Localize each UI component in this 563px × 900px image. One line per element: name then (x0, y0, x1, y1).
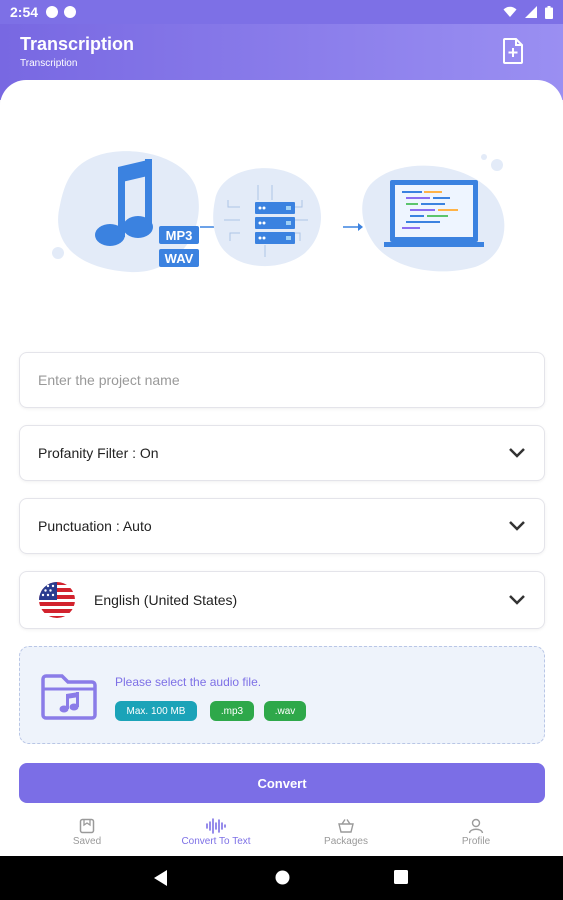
nav-item-convert-to-text[interactable]: Convert To Text (161, 818, 271, 847)
wav-badge: WAV (165, 251, 194, 266)
punctuation-label: Punctuation : Auto (38, 518, 152, 534)
upload-prompt: Please select the audio file. (115, 675, 262, 689)
wav-format-chip: .wav (264, 701, 306, 721)
nav-label-packages: Packages (324, 836, 368, 847)
nav-item-saved[interactable]: Saved (32, 818, 142, 847)
mp3-badge: MP3 (166, 228, 193, 243)
signal-icon (525, 6, 537, 18)
nav-item-profile[interactable]: Profile (421, 818, 531, 847)
notification-icon (46, 6, 59, 18)
music-folder-icon (41, 674, 97, 720)
chevron-down-icon (509, 595, 525, 605)
profanity-filter-label: Profanity Filter : On (38, 445, 159, 461)
page-title: Transcription (20, 34, 135, 54)
back-icon[interactable] (154, 870, 168, 886)
system-nav-bar (0, 856, 563, 900)
page-subtitle: Transcription (20, 58, 78, 69)
bottom-nav: Saved Convert To Text Packages Profile (0, 812, 563, 856)
audio-upload-area[interactable]: Please select the audio file. Max. 100 M… (19, 646, 545, 744)
status-bar: 2:54 (0, 0, 563, 24)
language-label: English (United States) (94, 592, 238, 608)
chevron-down-icon (509, 448, 525, 458)
conversion-illustration: MP3 WAV (52, 151, 505, 273)
recents-icon[interactable] (394, 870, 408, 884)
convert-button[interactable]: Convert (19, 763, 545, 803)
add-file-icon[interactable] (501, 38, 525, 64)
us-flag-icon (39, 582, 75, 618)
laptop-icon (384, 180, 484, 247)
nav-label-convert-to-text: Convert To Text (181, 836, 251, 847)
language-dropdown[interactable]: English (United States) (19, 571, 545, 629)
wifi-icon (503, 6, 517, 17)
app-notification-icon (64, 6, 77, 18)
max-size-chip: Max. 100 MB (115, 701, 197, 721)
waveform-icon (206, 818, 226, 834)
home-icon[interactable] (275, 870, 290, 885)
saved-icon (79, 818, 95, 834)
server-icon (255, 202, 295, 244)
project-name-field[interactable] (19, 352, 545, 408)
nav-label-saved: Saved (72, 836, 102, 847)
status-time: 2:54 (10, 4, 39, 20)
mp3-format-chip: .mp3 (210, 701, 254, 721)
basket-icon (338, 819, 354, 833)
person-icon (468, 818, 484, 834)
punctuation-dropdown[interactable]: Punctuation : Auto (19, 498, 545, 554)
profanity-filter-dropdown[interactable]: Profanity Filter : On (19, 425, 545, 481)
nav-item-packages[interactable]: Packages (291, 818, 401, 847)
project-name-input[interactable] (20, 353, 544, 407)
chevron-down-icon (509, 521, 525, 531)
nav-label-profile: Profile (461, 836, 491, 847)
battery-icon (545, 5, 553, 19)
